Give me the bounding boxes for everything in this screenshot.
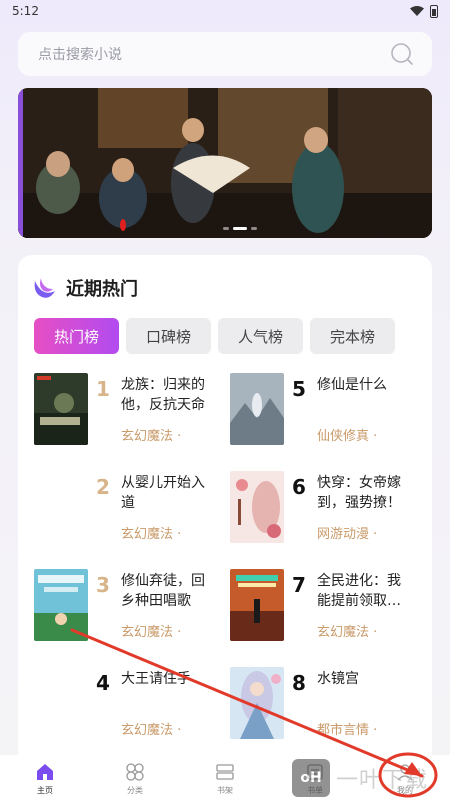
- tab-reputation[interactable]: 口碑榜: [126, 318, 211, 354]
- watermark-text: 一叶下载: [336, 768, 429, 793]
- book-cover[interactable]: [34, 667, 88, 739]
- book-rank: 6: [292, 475, 306, 499]
- search-bar[interactable]: 点击搜索小说: [18, 32, 432, 76]
- book-item[interactable]: 7 全民进化：我能提前领取… 玄幻魔法 ·: [230, 569, 420, 649]
- book-genre: 玄幻魔法 ·: [317, 625, 378, 640]
- book-item[interactable]: 6 快穿：女帝嫁到，强势撩！ 网游动漫 ·: [230, 471, 420, 551]
- nav-label[interactable]: 分类: [127, 785, 143, 796]
- book-rank: 3: [96, 573, 110, 597]
- book-cover[interactable]: [34, 569, 88, 641]
- wifi-icon: [410, 6, 424, 16]
- banner-image: [18, 88, 432, 238]
- section-title: 近期热门: [66, 279, 138, 300]
- rank-card: 近期热门 热门榜 口碑榜 人气榜 完本榜 1 龙族：归来的他，反抗天命 玄幻魔法…: [18, 255, 432, 765]
- category-icon[interactable]: [125, 762, 145, 782]
- home-icon[interactable]: [35, 762, 55, 782]
- rank-header: 近期热门: [32, 275, 138, 301]
- tab-popularity[interactable]: 人气榜: [218, 318, 303, 354]
- book-title[interactable]: 快穿：女帝嫁到，强势撩！: [317, 473, 413, 513]
- book-rank: 7: [292, 573, 306, 597]
- banner-carousel[interactable]: [18, 88, 432, 238]
- banner-dot: [223, 227, 229, 230]
- watermark-logo: oH: [292, 759, 330, 797]
- book-title[interactable]: 从婴儿开始入道: [121, 473, 217, 513]
- book-genre: 网游动漫 ·: [317, 527, 378, 542]
- banner-dot: [251, 227, 257, 230]
- bookshelf-icon[interactable]: [215, 762, 235, 782]
- book-title[interactable]: 水镜宫: [317, 669, 413, 689]
- status-time: 5:12: [12, 4, 39, 18]
- search-icon[interactable]: [390, 42, 414, 66]
- nav-bookshelf[interactable]: 书架: [195, 762, 255, 796]
- banner-indicator: [223, 227, 257, 230]
- nav-label[interactable]: 书架: [217, 785, 233, 796]
- search-placeholder[interactable]: 点击搜索小说: [38, 44, 122, 64]
- book-title[interactable]: 大王请住手: [121, 669, 217, 689]
- nav-home[interactable]: 主页: [15, 762, 75, 796]
- hot-logo-icon: [34, 278, 55, 298]
- book-rank: 4: [96, 671, 110, 695]
- book-genre: 玄幻魔法 ·: [121, 625, 182, 640]
- book-title[interactable]: 全民进化：我能提前领取…: [317, 571, 413, 611]
- book-genre: 都市言情 ·: [317, 723, 378, 738]
- book-genre: 玄幻魔法 ·: [121, 723, 182, 738]
- book-item[interactable]: 1 龙族：归来的他，反抗天命 玄幻魔法 ·: [34, 373, 224, 453]
- book-item[interactable]: 5 修仙是什么 仙侠修真 ·: [230, 373, 420, 453]
- book-title[interactable]: 龙族：归来的他，反抗天命: [121, 375, 217, 415]
- book-title[interactable]: 修仙是什么: [317, 375, 413, 395]
- book-genre: 仙侠修真 ·: [317, 429, 378, 444]
- book-cover[interactable]: [230, 373, 284, 445]
- nav-category[interactable]: 分类: [105, 762, 165, 796]
- tab-completed[interactable]: 完本榜: [310, 318, 395, 354]
- watermark: oH 一叶下载: [292, 758, 442, 798]
- tab-hot[interactable]: 热门榜: [34, 318, 119, 354]
- banner-dot-active: [233, 227, 247, 230]
- book-cover[interactable]: [34, 471, 88, 543]
- book-cover[interactable]: [230, 471, 284, 543]
- banner-edge-accent: [18, 88, 23, 238]
- book-item[interactable]: 3 修仙弃徒，回乡种田唱歌 玄幻魔法 ·: [34, 569, 224, 649]
- book-cover[interactable]: [230, 667, 284, 739]
- book-item[interactable]: 4 大王请住手 玄幻魔法 ·: [34, 667, 224, 747]
- book-item[interactable]: 8 水镜宫 都市言情 ·: [230, 667, 420, 747]
- book-cover[interactable]: [230, 569, 284, 641]
- book-rank: 8: [292, 671, 306, 695]
- book-rank: 1: [96, 377, 110, 401]
- book-rank: 2: [96, 475, 110, 499]
- status-bar: 5:12: [0, 0, 450, 22]
- nav-label[interactable]: 主页: [37, 785, 53, 796]
- book-genre: 玄幻魔法 ·: [121, 527, 182, 542]
- battery-icon: [430, 4, 438, 18]
- status-icons: [410, 4, 438, 18]
- book-title[interactable]: 修仙弃徒，回乡种田唱歌: [121, 571, 217, 611]
- book-genre: 玄幻魔法 ·: [121, 429, 182, 444]
- book-rank: 5: [292, 377, 306, 401]
- book-cover[interactable]: [34, 373, 88, 445]
- book-item[interactable]: 2 从婴儿开始入道 玄幻魔法 ·: [34, 471, 224, 551]
- rank-tabs: 热门榜 口碑榜 人气榜 完本榜: [34, 318, 395, 354]
